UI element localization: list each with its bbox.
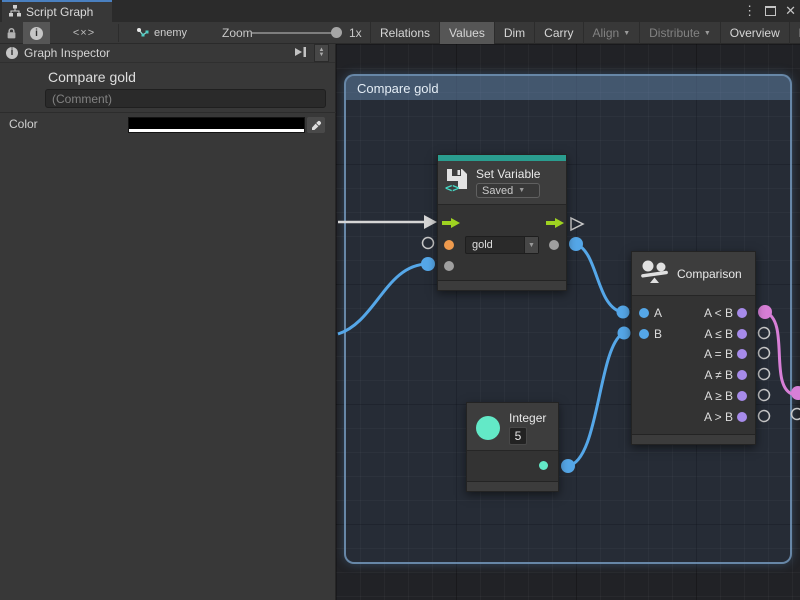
zoom-label: Zoom (222, 26, 253, 40)
node-title: Set Variable (476, 167, 540, 181)
control-output-arrow[interactable] (545, 217, 565, 229)
alpha-bar (129, 128, 304, 132)
overview-button[interactable]: Overview (720, 22, 789, 44)
value-output-port[interactable] (549, 240, 559, 250)
input-port-b[interactable] (639, 329, 649, 339)
align-dropdown[interactable]: Align ▼ (583, 22, 640, 44)
node-set-variable[interactable]: <> Set Variable Saved ▼ (437, 154, 567, 291)
edit-script-button[interactable]: <×> (50, 22, 118, 44)
node-title: Comparison (677, 267, 742, 281)
toolbar-separator (118, 24, 119, 42)
code-icon: <×> (73, 27, 95, 39)
output-port-a-lte-b[interactable] (737, 329, 747, 339)
chevron-down-icon: ▼ (518, 187, 525, 194)
group-header[interactable]: Compare gold (346, 76, 790, 100)
dock-panel-icon[interactable] (293, 46, 308, 61)
output-port-a-gte-b[interactable] (737, 391, 747, 401)
divider (0, 112, 336, 113)
chevron-down-icon: ▼ (524, 237, 538, 253)
save-variable-icon: <> (444, 167, 470, 197)
node-footer (632, 434, 755, 444)
wire-endpoint-port[interactable] (791, 386, 800, 400)
integer-type-icon (476, 416, 500, 440)
variable-name-port[interactable] (444, 240, 454, 250)
zoom-value: 1x (349, 26, 362, 40)
tab-script-graph[interactable]: Script Graph (2, 0, 112, 22)
control-input-arrow[interactable] (441, 217, 461, 229)
dim-button[interactable]: Dim (494, 22, 534, 44)
input-port-a[interactable] (639, 308, 649, 318)
info-icon: i (30, 27, 43, 40)
variable-name-dropdown[interactable]: gold ▼ (465, 236, 539, 254)
inspector-header: i Graph Inspector ▲ ▼ (0, 44, 335, 63)
comparison-scale-icon (640, 259, 670, 288)
node-comparison[interactable]: Comparison A A < B B A ≤ B A = B A ≠ B A… (631, 251, 756, 445)
eyedropper-icon (311, 120, 322, 131)
graph-hierarchy-icon (9, 5, 21, 20)
graph-title-field[interactable]: Compare gold (48, 69, 136, 85)
node-title: Integer (509, 411, 546, 425)
graph-inspector-panel: i Graph Inspector ▲ ▼ Compare gold Color (0, 44, 336, 600)
group-title: Compare gold (357, 81, 439, 96)
main-area: i Graph Inspector ▲ ▼ Compare gold Color (0, 44, 800, 600)
output-label: A ≠ B (704, 365, 733, 385)
output-label: A ≤ B (704, 324, 733, 344)
window-menu-icon[interactable]: ⋮ (743, 0, 756, 22)
inspector-title: Graph Inspector (24, 46, 110, 60)
eyedropper-button[interactable] (307, 117, 325, 133)
values-button[interactable]: Values (439, 22, 494, 44)
color-label: Color (9, 117, 38, 131)
graph-canvas[interactable]: Compare gold (336, 44, 800, 600)
graph-source-label: enemy (154, 27, 187, 39)
close-icon[interactable]: ✕ (785, 0, 796, 22)
lock-button[interactable] (0, 22, 23, 44)
chevron-down-icon: ▼ (623, 30, 630, 37)
value-input-port[interactable] (444, 261, 454, 271)
input-label: A (654, 303, 662, 323)
script-graph-asset-icon (136, 27, 149, 40)
output-port-a-lt-b[interactable] (737, 308, 747, 318)
view-buttons: Relations Values Dim Carry Align ▼ Distr… (370, 22, 800, 44)
output-label: A < B (704, 303, 733, 323)
lock-icon (6, 27, 17, 40)
chevron-down-icon: ▼ (704, 30, 711, 37)
distribute-dropdown[interactable]: Distribute ▼ (639, 22, 720, 44)
inspector-toggle-button[interactable]: i (23, 22, 50, 44)
output-port-a-eq-b[interactable] (737, 349, 747, 359)
variable-kind-dropdown[interactable]: Saved ▼ (476, 183, 540, 198)
output-label: A ≥ B (704, 386, 733, 406)
full-screen-button[interactable]: Full Screen (789, 22, 800, 44)
tab-label: Script Graph (26, 5, 93, 19)
output-label: A > B (704, 407, 733, 427)
spin-down-icon: ▼ (319, 53, 325, 58)
graph-toolbar: i <×> enemy Zoom 1x Relations Values Dim… (0, 22, 800, 44)
panel-spinner[interactable]: ▲ ▼ (314, 44, 329, 62)
input-label: B (654, 324, 662, 344)
graph-source-button[interactable]: enemy (136, 22, 187, 44)
color-swatch[interactable] (128, 117, 305, 133)
comment-input[interactable] (45, 89, 326, 108)
node-footer (438, 280, 566, 290)
info-icon: i (6, 47, 18, 59)
maximize-icon[interactable] (765, 6, 776, 16)
integer-value-field[interactable]: 5 (509, 427, 527, 445)
zoom-slider-track[interactable] (252, 32, 336, 34)
tab-bar: Script Graph ⋮ ✕ (0, 0, 800, 22)
zoom-slider-handle[interactable] (331, 27, 342, 38)
integer-output-port[interactable] (539, 461, 548, 470)
window-controls: ⋮ ✕ (743, 0, 796, 22)
unconnected-port[interactable] (792, 409, 800, 420)
output-port-a-neq-b[interactable] (737, 370, 747, 380)
node-footer (467, 481, 558, 491)
relations-button[interactable]: Relations (370, 22, 439, 44)
node-integer[interactable]: Integer 5 (466, 402, 559, 492)
output-label: A = B (704, 344, 733, 364)
carry-button[interactable]: Carry (534, 22, 582, 44)
svg-text:<>: <> (445, 181, 459, 194)
output-port-a-gt-b[interactable] (737, 412, 747, 422)
